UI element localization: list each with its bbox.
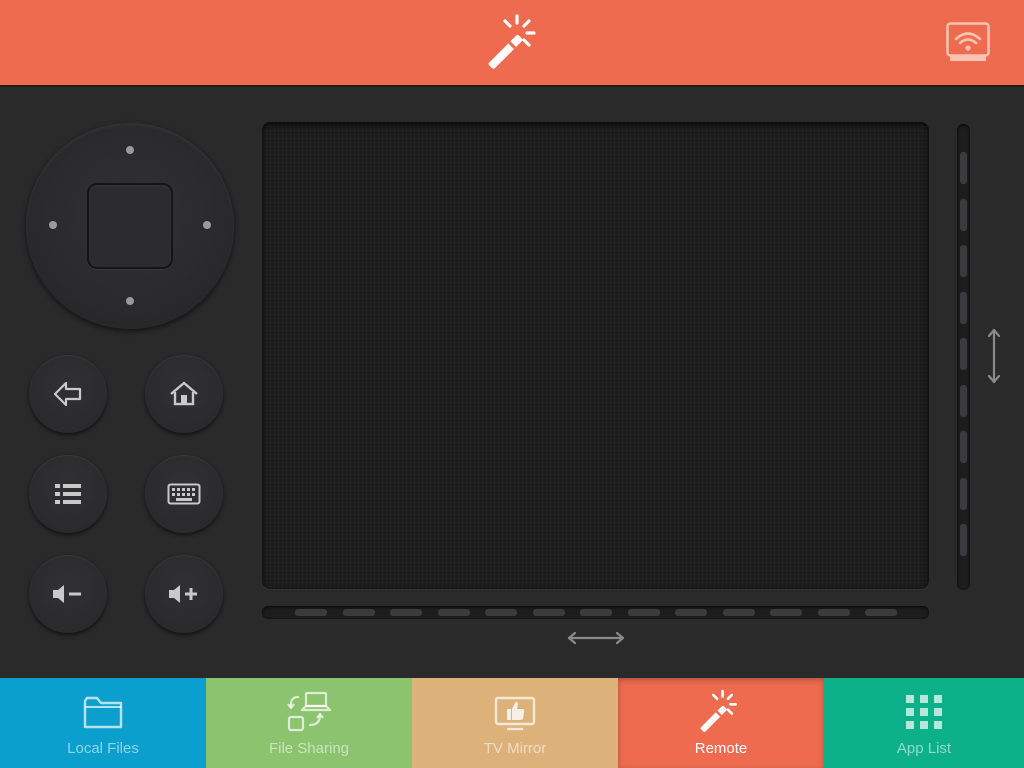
bottom-tab-bar: Local Files File Sharing TV Mirror Remot… (0, 678, 1024, 768)
scroll-strip-segment (580, 609, 612, 616)
scroll-strip-segment (817, 609, 850, 616)
directional-pad[interactable] (26, 123, 234, 329)
tab-file-sharing[interactable]: File Sharing (206, 678, 412, 768)
scroll-strip-segment (960, 338, 967, 370)
scroll-strip-segment (485, 609, 517, 616)
list-icon (55, 484, 81, 504)
back-arrow-icon (53, 381, 82, 407)
scroll-strip-segment (627, 609, 660, 616)
scroll-strip-segment (675, 609, 707, 616)
scroll-strip-segment (532, 609, 565, 616)
tab-label: Local Files (67, 740, 139, 757)
scroll-strip-segment (960, 384, 967, 417)
app-root: Local Files File Sharing TV Mirror Remot… (0, 0, 1024, 768)
dpad-ok-button[interactable] (87, 183, 173, 269)
menu-button[interactable] (29, 455, 107, 533)
file-sharing-icon (287, 691, 332, 732)
scroll-strip-segment (770, 609, 802, 616)
scroll-strip-segment (960, 524, 967, 556)
keyboard-icon (167, 483, 201, 505)
scroll-strip-segment (960, 152, 967, 184)
vertical-double-arrow-icon (987, 328, 1001, 384)
home-icon (170, 381, 198, 406)
horizontal-double-arrow-icon (567, 631, 625, 645)
dpad-right-dot[interactable] (203, 221, 211, 229)
home-button[interactable] (145, 355, 223, 433)
scroll-strip-segment (390, 609, 422, 616)
tab-label: File Sharing (268, 740, 350, 757)
dpad-down-dot[interactable] (126, 297, 134, 305)
tab-local-files[interactable]: Local Files (0, 678, 206, 768)
top-bar (0, 0, 1024, 85)
vertical-scroll-strip[interactable] (957, 124, 970, 590)
scroll-strip-segment (342, 609, 375, 616)
scroll-strip-segment (865, 609, 897, 616)
tab-tv-mirror[interactable]: TV Mirror (412, 678, 618, 768)
dpad-up-dot[interactable] (126, 146, 134, 154)
wireless-display-icon[interactable] (946, 22, 990, 62)
keyboard-button[interactable] (145, 455, 223, 533)
scroll-strip-segment (960, 431, 967, 463)
scroll-strip-segment (295, 609, 327, 616)
tab-label: TV Mirror (483, 740, 547, 757)
magic-wand-icon (488, 14, 536, 69)
volume-up-icon (169, 585, 197, 603)
app-grid-icon (906, 695, 942, 729)
tab-app-list[interactable]: App List (824, 678, 1024, 768)
scroll-strip-segment (960, 477, 967, 510)
magic-wand-icon (700, 689, 738, 732)
volume-down-icon (53, 585, 81, 603)
tab-label: App List (896, 740, 952, 757)
scroll-strip-segment (722, 609, 755, 616)
dpad-left-dot[interactable] (49, 221, 57, 229)
scroll-strip-segment (437, 609, 470, 616)
scroll-strip-segment (960, 291, 967, 324)
folder-icon (83, 696, 123, 729)
touchpad[interactable] (262, 122, 929, 589)
tv-mirror-icon (494, 696, 536, 731)
volume-up-button[interactable] (145, 555, 223, 633)
horizontal-scroll-strip[interactable] (262, 606, 929, 619)
scroll-strip-segment (960, 245, 967, 277)
volume-down-button[interactable] (29, 555, 107, 633)
tab-label: Remote (694, 740, 748, 757)
scroll-strip-segment (960, 198, 967, 231)
back-button[interactable] (29, 355, 107, 433)
tab-remote[interactable]: Remote (618, 678, 824, 768)
